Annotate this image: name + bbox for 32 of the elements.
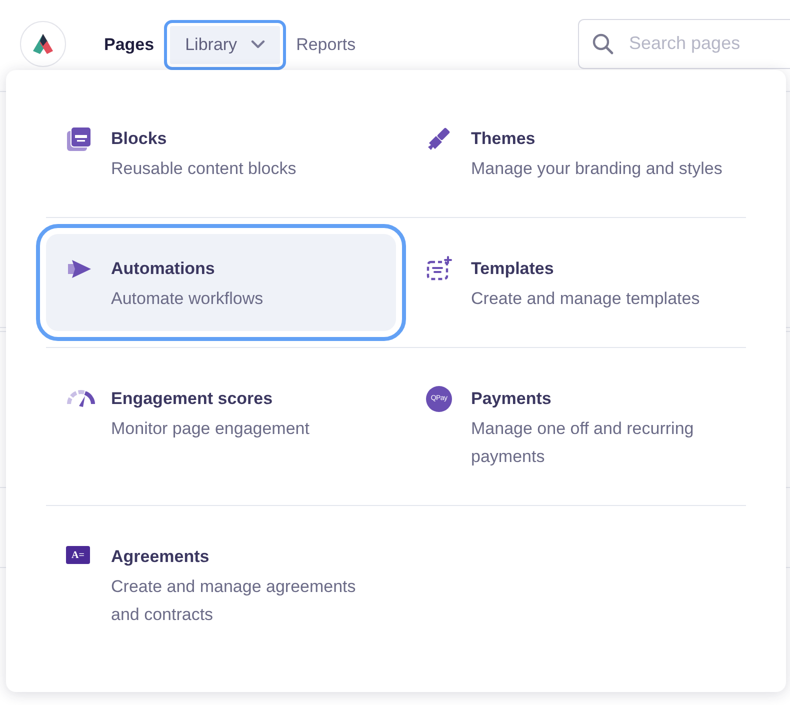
item-description: Monitor page engagement xyxy=(111,418,310,440)
menu-item[interactable]: A= Agreements Create and manage agreements and contracts xyxy=(46,522,396,647)
search-field[interactable]: Search pages xyxy=(578,18,790,68)
menu-item[interactable]: Engagement scores Monitor page engagement xyxy=(46,364,396,489)
menu-item[interactable]: Templates Create and manage templates xyxy=(406,234,746,331)
item-description: Manage one off and recurring payments xyxy=(471,418,695,468)
library-dropdown-button[interactable]: Library xyxy=(164,20,286,70)
item-description: Reusable content blocks xyxy=(111,158,296,180)
logo[interactable] xyxy=(20,20,66,66)
menu-item[interactable]: Themes Manage your branding and styles xyxy=(406,104,746,201)
item-title: Templates xyxy=(471,258,555,280)
item-description: Automate workflows xyxy=(111,288,264,310)
logo-icon xyxy=(32,32,54,54)
item-title: Engagement scores xyxy=(111,388,274,410)
item-title: Agreements xyxy=(111,546,210,568)
menu-item[interactable]: Automations Automate workflows xyxy=(46,234,396,331)
template-icon xyxy=(426,256,452,282)
item-title: Payments xyxy=(471,388,552,410)
item-description: Create and manage templates xyxy=(471,288,700,310)
menu-item[interactable]: Blocks Reusable content blocks xyxy=(46,104,396,201)
brush-icon xyxy=(426,126,452,152)
item-description: Create and manage agreements and contracts xyxy=(111,576,357,626)
nav-link[interactable]: Pages xyxy=(104,32,164,58)
agreement-icon: A= xyxy=(66,546,90,564)
search-icon xyxy=(592,32,614,54)
stacked-cards-icon xyxy=(66,126,92,152)
item-description: Manage your branding and styles xyxy=(471,158,722,180)
item-title: Blocks xyxy=(111,128,168,150)
chevron-down-icon xyxy=(251,40,266,49)
item-title: Automations xyxy=(111,258,216,280)
item-title: Themes xyxy=(471,128,536,150)
nav-link[interactable]: Reports xyxy=(286,32,366,58)
